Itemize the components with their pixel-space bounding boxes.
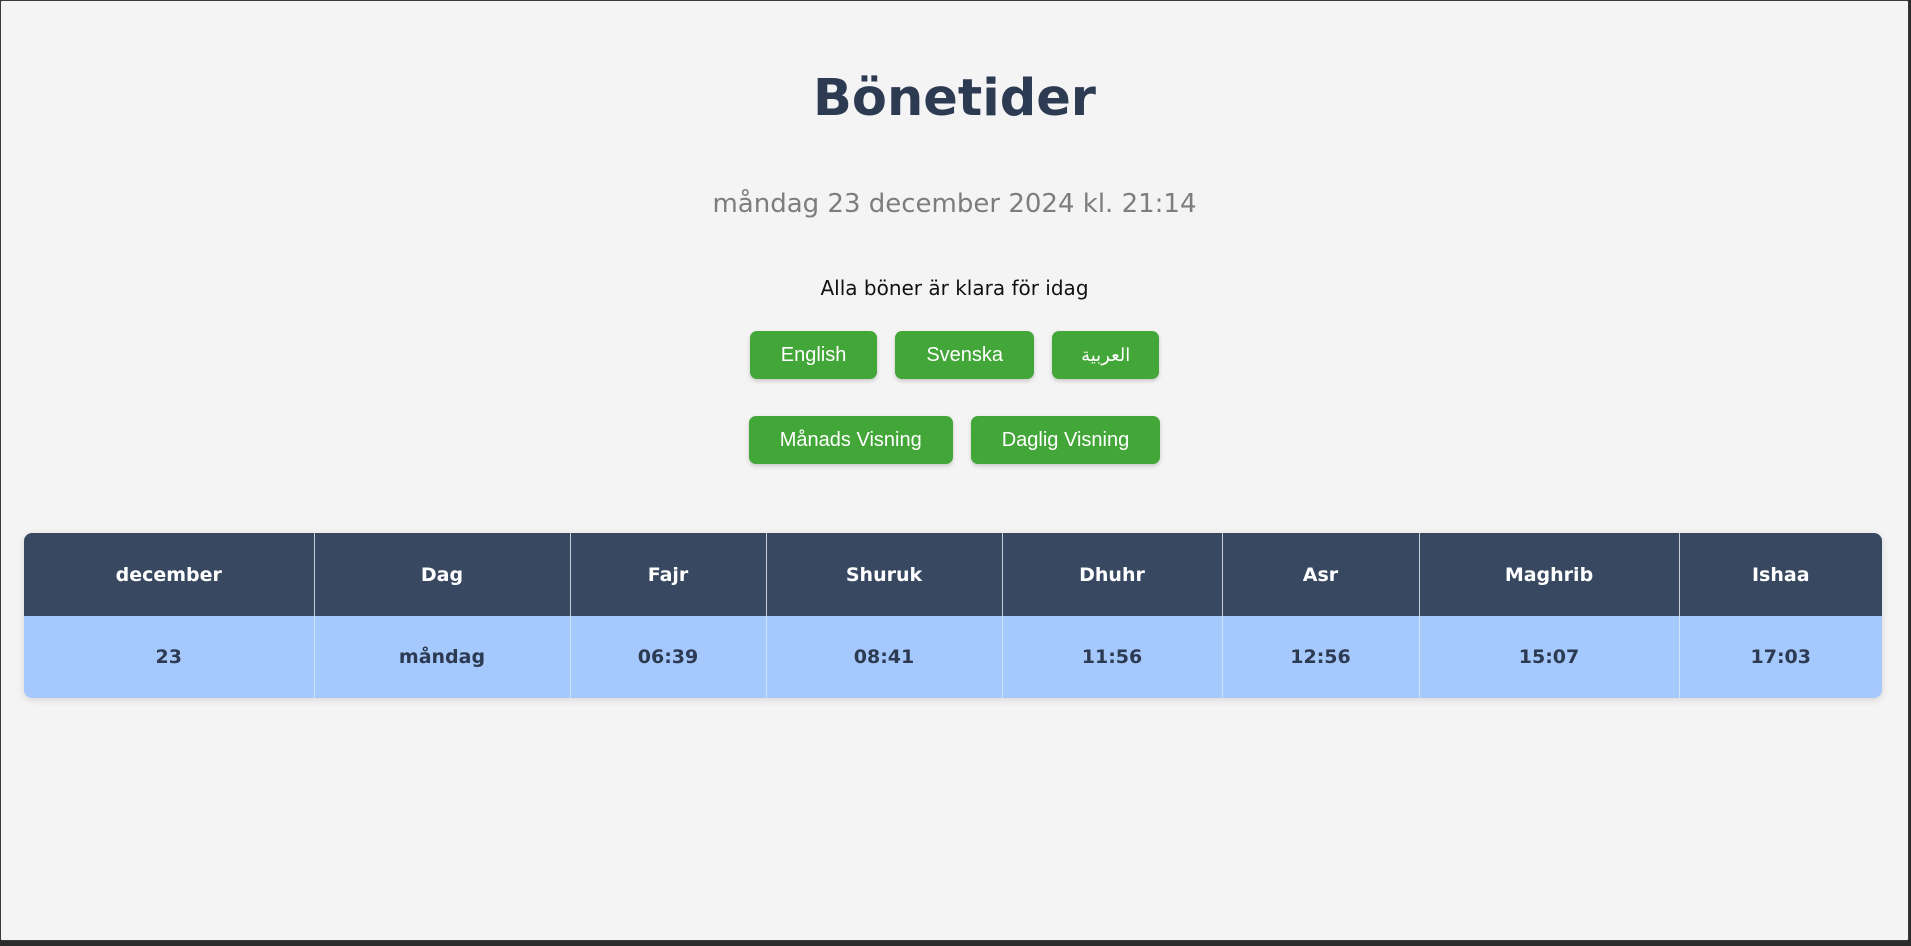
arabic-language-button[interactable]: العربية	[1052, 331, 1160, 379]
cell-fajr: 06:39	[570, 616, 767, 698]
header-day: Dag	[314, 533, 571, 616]
header-asr: Asr	[1222, 533, 1420, 616]
header-ishaa: Ishaa	[1679, 533, 1882, 616]
header-month: december	[24, 533, 315, 616]
table-header-row: december Dag Fajr Shuruk Dhuhr Asr Maghr…	[24, 533, 1882, 616]
prayer-times-table: december Dag Fajr Shuruk Dhuhr Asr Maghr…	[24, 533, 1882, 698]
monthly-view-button[interactable]: Månads Visning	[748, 416, 953, 464]
header-shuruk: Shuruk	[766, 533, 1003, 616]
cell-day: måndag	[314, 616, 571, 698]
cell-maghrib: 15:07	[1419, 616, 1680, 698]
language-selector: English Svenska العربية	[1, 331, 1908, 379]
current-datetime: måndag 23 december 2024 kl. 21:14	[712, 189, 1197, 219]
prayer-status-text: Alla böner är klara för idag	[820, 276, 1089, 300]
cell-ishaa: 17:03	[1679, 616, 1882, 698]
prayer-times-table-container: december Dag Fajr Shuruk Dhuhr Asr Maghr…	[24, 533, 1882, 698]
cell-shuruk: 08:41	[766, 616, 1003, 698]
header-fajr: Fajr	[570, 533, 767, 616]
app-window: Bönetider måndag 23 december 2024 kl. 21…	[0, 0, 1909, 941]
header-maghrib: Maghrib	[1419, 533, 1680, 616]
page-title: Bönetider	[813, 69, 1096, 128]
cell-date: 23	[24, 616, 315, 698]
cell-asr: 12:56	[1222, 616, 1420, 698]
view-selector: Månads Visning Daglig Visning	[1, 416, 1908, 464]
table-row: 23 måndag 06:39 08:41 11:56 12:56 15:07 …	[24, 616, 1882, 698]
cell-dhuhr: 11:56	[1002, 616, 1223, 698]
daily-view-button[interactable]: Daglig Visning	[970, 416, 1161, 464]
swedish-language-button[interactable]: Svenska	[895, 331, 1035, 379]
english-language-button[interactable]: English	[749, 331, 878, 379]
header-dhuhr: Dhuhr	[1002, 533, 1223, 616]
